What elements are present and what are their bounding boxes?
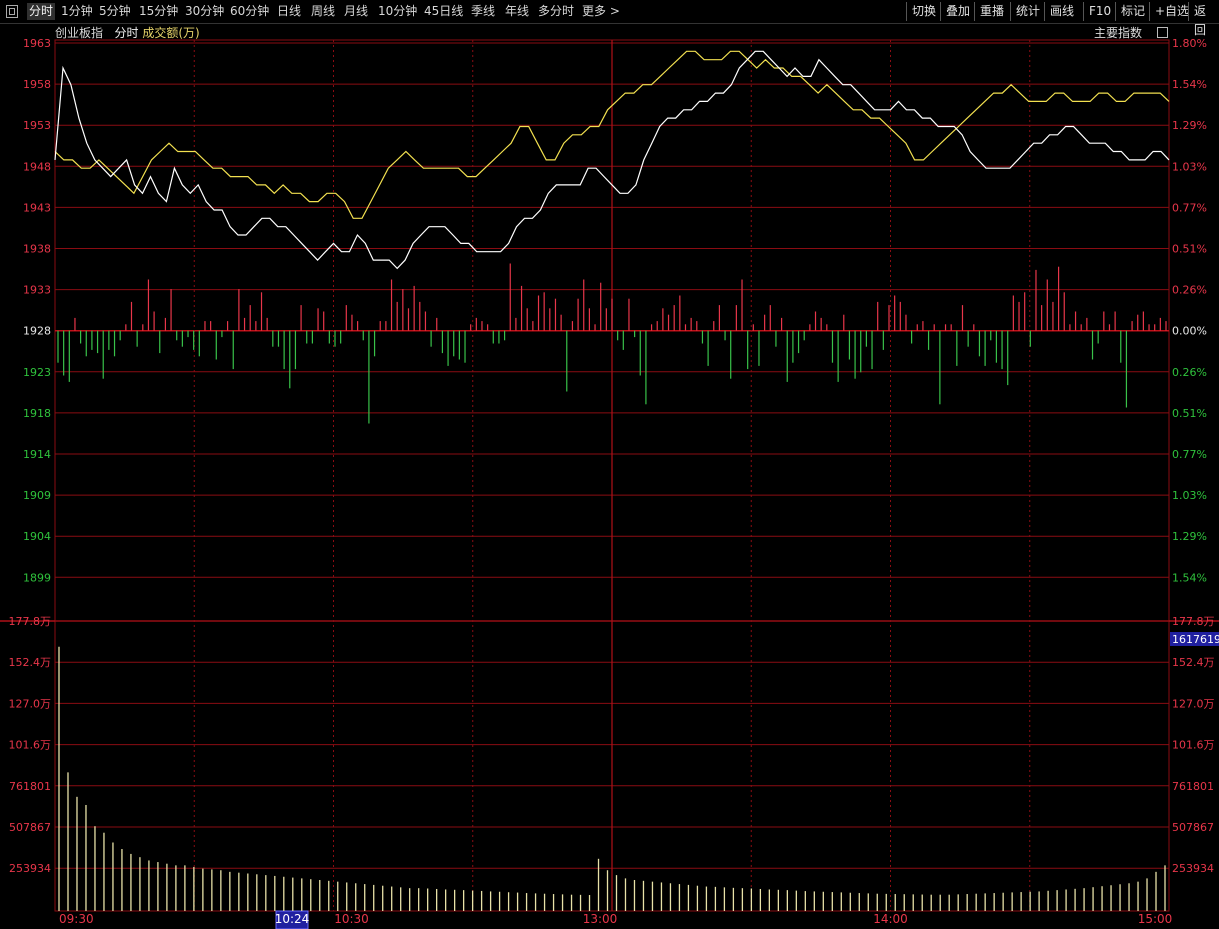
volume-axis-label-right: 101.6万 bbox=[1172, 739, 1215, 752]
volume-axis-label: 507867 bbox=[9, 821, 51, 834]
volume-axis-label: 101.6万 bbox=[9, 739, 52, 752]
volume-axis-label: 152.4万 bbox=[9, 656, 52, 669]
price-axis-label: 1943 bbox=[23, 201, 51, 214]
percent-axis-label: 1.54% bbox=[1172, 571, 1207, 584]
volume-axis-label-right: 761801 bbox=[1172, 780, 1214, 793]
percent-axis-label: 0.77% bbox=[1172, 201, 1207, 214]
price-axis-label: 1923 bbox=[23, 366, 51, 379]
volume-axis-label-right: 127.0万 bbox=[1172, 697, 1215, 710]
percent-axis-label: 1.80% bbox=[1172, 37, 1207, 50]
time-axis-label: 14:00 bbox=[873, 912, 908, 926]
percent-axis-label: 0.51% bbox=[1172, 407, 1207, 420]
percent-axis-label: 1.29% bbox=[1172, 119, 1207, 132]
volume-axis-label: 761801 bbox=[9, 780, 51, 793]
percent-axis-label: 1.03% bbox=[1172, 160, 1207, 173]
volume-axis-label: 127.0万 bbox=[9, 697, 52, 710]
price-axis-label: 1928 bbox=[23, 325, 51, 338]
volume-axis-label-right: 152.4万 bbox=[1172, 656, 1215, 669]
time-axis-label: 09:30 bbox=[59, 912, 94, 926]
price-axis-label: 1948 bbox=[23, 160, 51, 173]
time-axis-label: 13:00 bbox=[583, 912, 618, 926]
percent-axis-label: 0.26% bbox=[1172, 366, 1207, 379]
percent-axis-label: 1.54% bbox=[1172, 78, 1207, 91]
price-axis-label: 1904 bbox=[23, 530, 51, 543]
volume-axis-label: 253934 bbox=[9, 862, 51, 875]
percent-axis-label: 0.00% bbox=[1172, 325, 1207, 338]
volume-axis-label-right: 177.8万 bbox=[1172, 615, 1215, 628]
price-axis-label: 1938 bbox=[23, 243, 51, 256]
percent-axis-label: 0.51% bbox=[1172, 243, 1207, 256]
intraday-chart: 1963 1.80% 1958 1.54% 1953 1.29% 1948 1.03% 1943… bbox=[0, 37, 1219, 929]
volume-axis-label: 177.8万 bbox=[9, 615, 52, 628]
price-axis-label: 1933 bbox=[23, 284, 51, 297]
price-axis-label: 1963 bbox=[23, 37, 51, 50]
time-axis-label: 10:30 bbox=[334, 912, 369, 926]
price-axis-label: 1914 bbox=[23, 448, 51, 461]
current-volume-label: 1617619 bbox=[1172, 633, 1219, 646]
price-axis-label: 1953 bbox=[23, 119, 51, 132]
price-axis-label: 1909 bbox=[23, 489, 51, 502]
percent-axis-label: 0.26% bbox=[1172, 284, 1207, 297]
price-axis-label: 1899 bbox=[23, 571, 51, 584]
percent-axis-label: 1.03% bbox=[1172, 489, 1207, 502]
time-axis-label: 15:00 bbox=[1138, 912, 1173, 926]
percent-axis-label: 1.29% bbox=[1172, 530, 1207, 543]
cursor-time-label: 10:24 bbox=[275, 912, 310, 926]
volume-axis-label-right: 507867 bbox=[1172, 821, 1214, 834]
price-axis-label: 1918 bbox=[23, 407, 51, 420]
price-axis-label: 1958 bbox=[23, 78, 51, 91]
volume-axis-label-right: 253934 bbox=[1172, 862, 1214, 875]
percent-axis-label: 0.77% bbox=[1172, 448, 1207, 461]
